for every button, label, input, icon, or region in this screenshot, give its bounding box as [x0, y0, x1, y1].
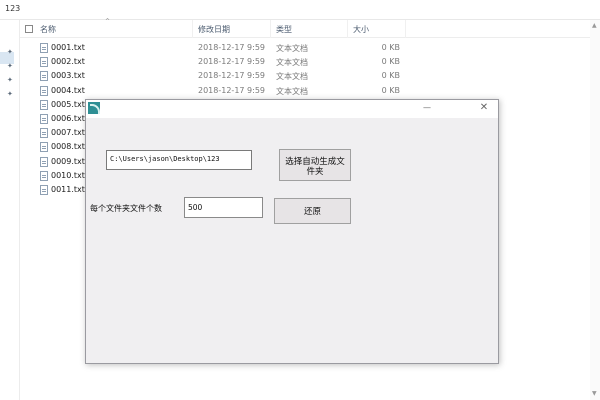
text-file-icon	[40, 142, 48, 153]
file-date: 2018-12-17 9:59	[198, 43, 265, 52]
close-button[interactable]: ✕	[476, 103, 492, 115]
text-file-icon	[40, 57, 48, 68]
text-file-icon	[40, 128, 48, 139]
pin-icon[interactable]: ✦	[7, 76, 13, 84]
text-file-icon	[40, 43, 48, 53]
file-type: 文本文档	[276, 86, 308, 96]
file-date: 2018-12-17 9:59	[198, 57, 265, 67]
navigation-pane: ✦ ✦ ✦ ✦	[0, 20, 20, 400]
column-date[interactable]: 修改日期	[198, 24, 230, 35]
text-file-icon	[40, 114, 48, 124]
file-size: 0 KB	[381, 43, 400, 52]
select-all-checkbox[interactable]	[25, 25, 33, 33]
select-generate-folder-button[interactable]: 选择自动生成文件夹	[279, 149, 351, 181]
files-per-folder-label: 每个文件夹文件个数	[90, 204, 162, 213]
scroll-up-icon[interactable]: ▲	[592, 22, 597, 29]
file-name: 0003.txt	[51, 71, 85, 81]
column-header: 名称 ^ 修改日期 类型 大小	[20, 18, 600, 38]
app-icon	[88, 102, 100, 114]
text-file-icon	[40, 185, 48, 195]
address-bar[interactable]: 123	[0, 0, 600, 20]
scroll-down-icon[interactable]: ▼	[592, 390, 597, 397]
text-file-icon	[40, 85, 48, 96]
sort-up-icon: ^	[105, 18, 111, 25]
file-type: 文本文档	[276, 58, 308, 68]
address-text: 123	[5, 4, 21, 13]
file-split-dialog: — ✕ C:\Users\jason\Desktop\123 选择自动生成文件夹…	[85, 99, 499, 364]
pin-icon[interactable]: ✦	[7, 90, 13, 98]
files-per-folder-input[interactable]: 500	[184, 197, 263, 218]
file-size: 0 KB	[381, 71, 400, 81]
folder-path-field[interactable]: C:\Users\jason\Desktop\123	[106, 150, 252, 170]
file-name: 0009.txt	[51, 156, 85, 166]
text-file-icon	[40, 156, 48, 167]
file-type: 文本文档	[276, 72, 308, 82]
restore-button[interactable]: 还原	[274, 198, 351, 224]
column-type[interactable]: 类型	[276, 24, 292, 35]
file-name: 0005.txt	[51, 99, 85, 109]
text-file-icon	[40, 71, 48, 82]
title-bar[interactable]: — ✕	[86, 100, 498, 118]
file-name: 0001.txt	[51, 43, 85, 52]
column-divider[interactable]	[347, 20, 348, 38]
file-type: 文本文档	[276, 44, 308, 53]
file-size: 0 KB	[381, 85, 400, 95]
file-row[interactable]: 0003.txt 2018-12-17 9:59 文本文档 0 KB	[20, 69, 600, 83]
column-divider[interactable]	[270, 20, 271, 38]
minimize-button[interactable]: —	[417, 104, 437, 114]
file-name: 0010.txt	[51, 170, 85, 180]
file-date: 2018-12-17 9:59	[198, 85, 265, 95]
column-size[interactable]: 大小	[353, 24, 369, 35]
pin-icon[interactable]: ✦	[7, 62, 13, 70]
file-name: 0008.txt	[51, 142, 85, 152]
file-name: 0006.txt	[51, 114, 85, 123]
file-name: 0007.txt	[51, 128, 85, 138]
file-name: 0004.txt	[51, 85, 85, 95]
column-divider[interactable]	[192, 20, 193, 38]
file-date: 2018-12-17 9:59	[198, 71, 265, 81]
file-row[interactable]: 0004.txt 2018-12-17 9:59 文本文档 0 KB	[20, 84, 600, 98]
pin-icon[interactable]: ✦	[7, 48, 13, 56]
file-row[interactable]: 0002.txt 2018-12-17 9:59 文本文档 0 KB	[20, 55, 600, 69]
text-file-icon	[40, 99, 48, 110]
file-size: 0 KB	[381, 57, 400, 67]
file-row[interactable]: 0001.txt 2018-12-17 9:59 文本文档 0 KB	[20, 41, 600, 55]
vertical-scrollbar[interactable]: ▲ ▼	[590, 20, 600, 400]
file-name: 0002.txt	[51, 57, 85, 67]
column-name[interactable]: 名称	[40, 24, 56, 35]
column-divider[interactable]	[405, 20, 406, 38]
text-file-icon	[40, 170, 48, 181]
file-name: 0011.txt	[51, 185, 85, 194]
